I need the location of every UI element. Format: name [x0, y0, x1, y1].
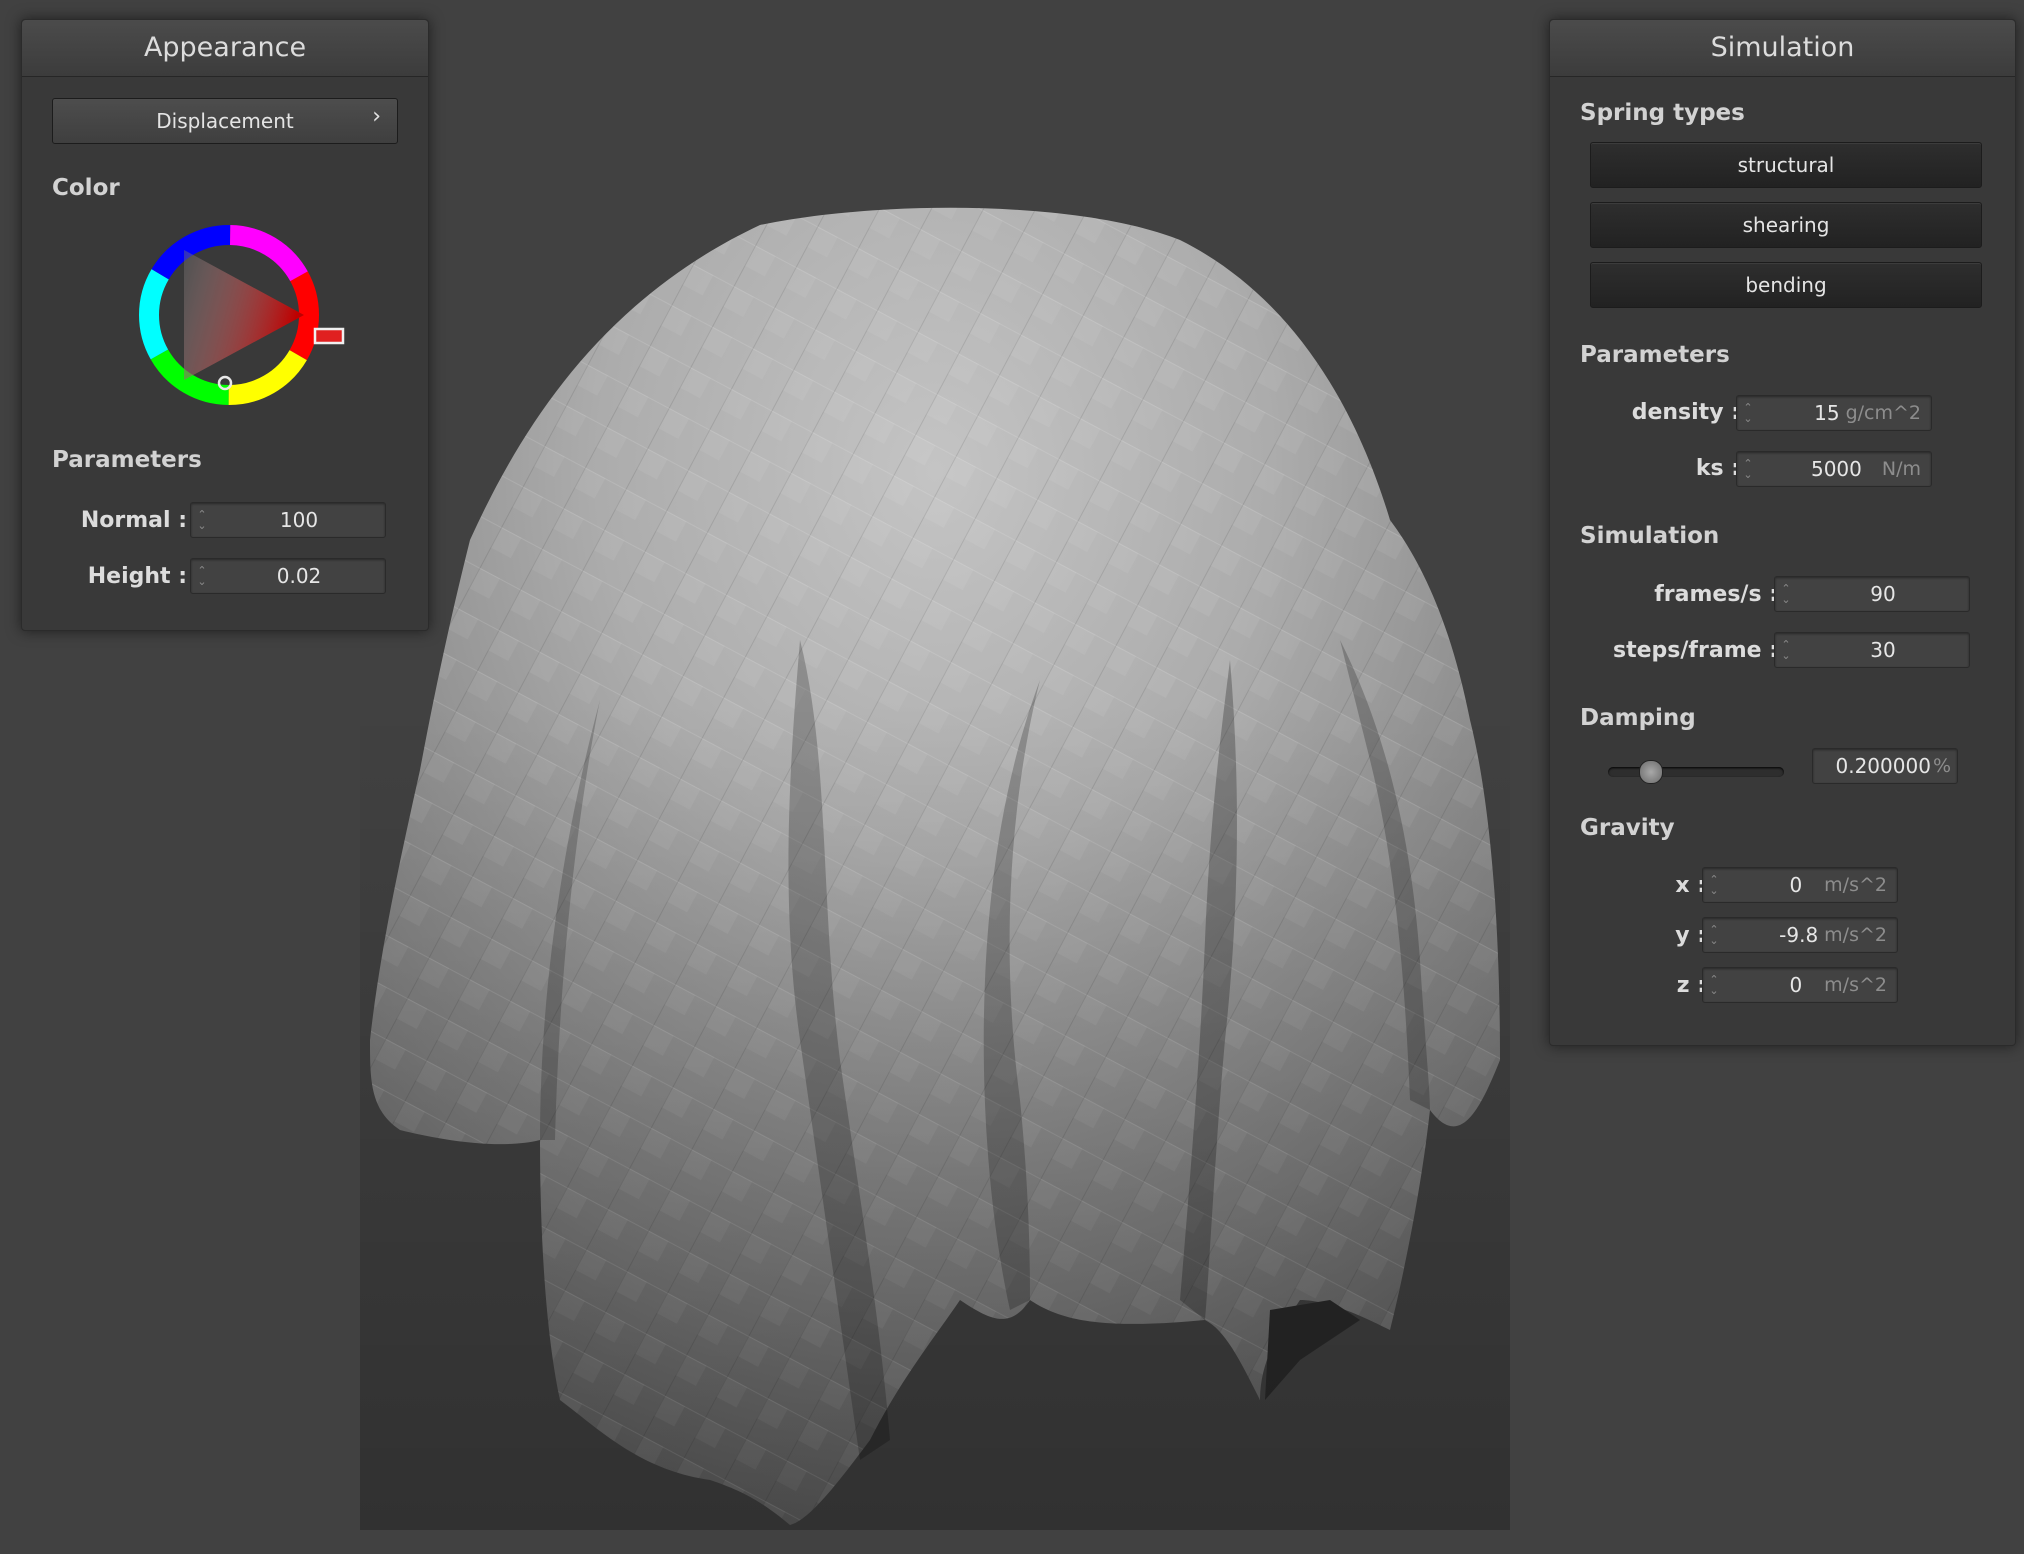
height-value: 0.02: [276, 564, 322, 588]
appearance-panel: Appearance Displacement › Color Paramete…: [21, 19, 429, 631]
gravity-z-unit: m/s^2: [1824, 974, 1887, 996]
ks-unit: N/m: [1881, 458, 1921, 480]
density-value: 15: [1814, 401, 1840, 425]
damping-label: Damping: [1580, 705, 1696, 731]
damping-slider-track: [1608, 767, 1784, 777]
gravity-y-value: -9.8: [1779, 923, 1819, 947]
gravity-y-unit: m/s^2: [1824, 924, 1887, 946]
up-down-arrows-icon[interactable]: ⌃ ⌄: [191, 509, 213, 531]
ks-input[interactable]: ⌃ ⌄ 5000 N/m: [1736, 451, 1932, 487]
hue-marker[interactable]: [313, 327, 345, 345]
displacement-button-label: Displacement: [156, 109, 294, 133]
frames-per-second-label: frames/s :: [1654, 582, 1778, 607]
chevron-right-icon: ›: [372, 104, 381, 129]
spring-types-label: Spring types: [1580, 100, 1745, 126]
gravity-z-input[interactable]: ⌃ ⌄ 0 m/s^2: [1702, 967, 1898, 1003]
simulation-panel: Simulation Spring types structural shear…: [1549, 19, 2016, 1046]
density-input[interactable]: ⌃ ⌄ 15 g/cm^2: [1736, 395, 1932, 431]
ks-label: ks :: [1695, 456, 1740, 481]
gravity-y-label: y :: [1675, 923, 1706, 948]
simulation-section-label: Simulation: [1580, 523, 1720, 549]
steps-per-frame-input[interactable]: ⌃ ⌄ 30: [1774, 632, 1970, 668]
up-down-arrows-icon[interactable]: ⌃ ⌄: [191, 565, 213, 587]
frames-per-second-value: 90: [1870, 582, 1896, 606]
gravity-x-unit: m/s^2: [1824, 874, 1887, 896]
normal-input[interactable]: ⌃ ⌄ 100: [190, 502, 386, 538]
up-down-arrows-icon[interactable]: ⌃ ⌄: [1703, 874, 1725, 896]
damping-value: 0.200000: [1835, 754, 1931, 778]
height-label: Height :: [87, 564, 187, 589]
up-down-arrows-icon[interactable]: ⌃ ⌄: [1737, 458, 1759, 480]
up-down-arrows-icon[interactable]: ⌃ ⌄: [1703, 924, 1725, 946]
gravity-z-value: 0: [1789, 973, 1803, 997]
density-label: density :: [1631, 400, 1740, 425]
appearance-parameters-label: Parameters: [52, 447, 202, 473]
appearance-panel-title: Appearance: [22, 20, 428, 77]
shearing-spring-button[interactable]: shearing: [1590, 202, 1982, 248]
gravity-x-value: 0: [1789, 873, 1803, 897]
damping-slider[interactable]: [1608, 758, 1784, 786]
density-unit: g/cm^2: [1845, 402, 1921, 424]
normal-value: 100: [279, 508, 319, 532]
gravity-label: Gravity: [1580, 815, 1675, 841]
color-section-label: Color: [52, 175, 120, 201]
damping-slider-knob[interactable]: [1639, 760, 1663, 784]
color-wheel[interactable]: [139, 225, 349, 415]
gravity-x-input[interactable]: ⌃ ⌄ 0 m/s^2: [1702, 867, 1898, 903]
gravity-z-label: z :: [1676, 973, 1706, 998]
up-down-arrows-icon[interactable]: ⌃ ⌄: [1737, 402, 1759, 424]
up-down-arrows-icon[interactable]: ⌃ ⌄: [1703, 974, 1725, 996]
up-down-arrows-icon[interactable]: ⌃ ⌄: [1775, 639, 1797, 661]
normal-label: Normal :: [80, 508, 187, 533]
gravity-x-label: x :: [1675, 873, 1706, 898]
damping-unit: %: [1932, 755, 1951, 777]
displacement-button[interactable]: Displacement ›: [52, 98, 398, 144]
steps-per-frame-label: steps/frame :: [1613, 638, 1778, 663]
simulation-parameters-label: Parameters: [1580, 342, 1730, 368]
structural-spring-button[interactable]: structural: [1590, 142, 1982, 188]
ks-value: 5000: [1810, 457, 1862, 481]
height-input[interactable]: ⌃ ⌄ 0.02: [190, 558, 386, 594]
bending-spring-button[interactable]: bending: [1590, 262, 1982, 308]
cloth-mesh: [360, 207, 1510, 1530]
gravity-y-input[interactable]: ⌃ ⌄ -9.8 m/s^2: [1702, 917, 1898, 953]
damping-input[interactable]: 0.200000 %: [1812, 748, 1958, 784]
simulation-panel-title: Simulation: [1550, 20, 2015, 77]
steps-per-frame-value: 30: [1870, 638, 1896, 662]
frames-per-second-input[interactable]: ⌃ ⌄ 90: [1774, 576, 1970, 612]
up-down-arrows-icon[interactable]: ⌃ ⌄: [1775, 583, 1797, 605]
